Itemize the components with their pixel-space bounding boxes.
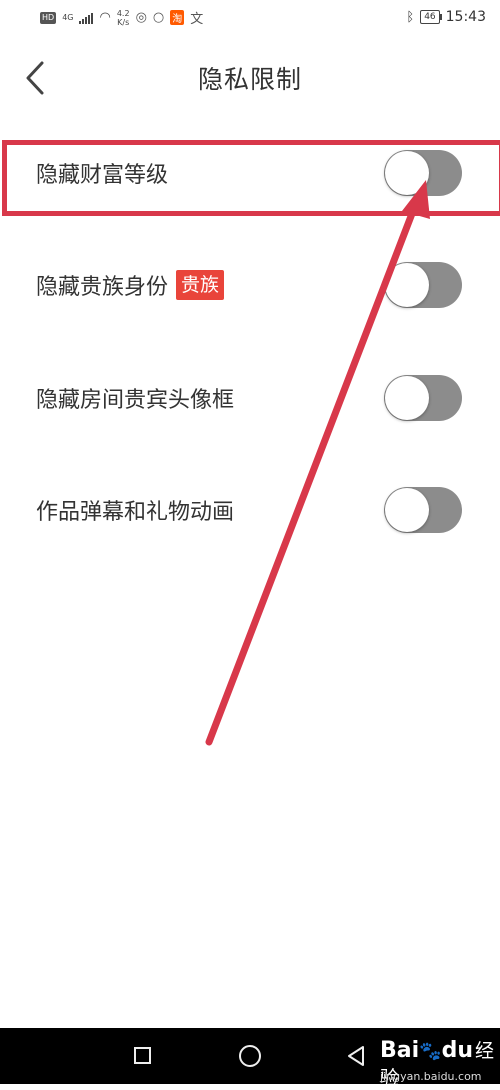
page-title: 隐私限制	[197, 65, 302, 94]
annotation-highlight-box	[2, 140, 500, 216]
status-left: HD 4G ◠ 4.2 K/s ◎ ○ 淘 文	[40, 8, 203, 27]
status-right: ᛒ 46 15:43	[406, 9, 486, 25]
setting-row-danmaku-gift[interactable]: 作品弹幕和礼物动画	[0, 470, 500, 550]
hd-badge: HD	[40, 11, 57, 24]
watermark-url: jingyan.baidu.com	[380, 1070, 482, 1083]
circle-icon: ○	[152, 10, 165, 25]
app-icon: 文	[190, 12, 204, 27]
status-bar: HD 4G ◠ 4.2 K/s ◎ ○ 淘 文 ᛒ 46 15:43	[0, 0, 500, 40]
setting-label-text: 作品弹幕和礼物动画	[36, 500, 235, 525]
setting-row-noble-identity[interactable]: 隐藏贵族身份 贵族	[0, 245, 500, 325]
setting-label: 隐藏房间贵宾头像框	[36, 382, 234, 414]
network-speed: 4.2 K/s	[117, 9, 130, 27]
battery-icon: 46	[420, 10, 443, 24]
toggle-knob	[385, 263, 429, 307]
home-icon[interactable]	[239, 1045, 261, 1067]
network-type: 4G	[62, 13, 74, 22]
setting-label-text: 隐藏贵族身份	[36, 275, 169, 300]
setting-label: 作品弹幕和礼物动画	[36, 494, 234, 526]
clock: 15:43	[445, 9, 486, 25]
header: 隐私限制	[0, 40, 500, 115]
baidu-jingyan-watermark: Bai🐾du 经验 jingyan.baidu.com	[380, 1036, 500, 1090]
toggle-knob	[385, 376, 429, 420]
wifi-icon: ◠	[99, 10, 111, 25]
signal-icon	[79, 12, 94, 24]
paw-icon: 🐾	[419, 1041, 442, 1062]
noble-tag: 贵族	[176, 270, 225, 300]
toggle-knob	[385, 488, 429, 532]
back-icon[interactable]	[346, 1045, 366, 1067]
bluetooth-icon: ᛒ	[406, 9, 415, 25]
speed-value: 4.2	[116, 8, 130, 18]
noble-identity-toggle[interactable]	[384, 262, 462, 308]
danmaku-gift-toggle[interactable]	[384, 487, 462, 533]
taobao-icon: 淘	[170, 10, 185, 25]
setting-row-vip-frame[interactable]: 隐藏房间贵宾头像框	[0, 358, 500, 438]
speed-unit: K/s	[117, 17, 130, 27]
vip-frame-toggle[interactable]	[384, 375, 462, 421]
navigation-bar: Bai🐾du 经验 jingyan.baidu.com	[0, 1028, 500, 1089]
setting-label-text: 隐藏房间贵宾头像框	[36, 388, 235, 413]
setting-label: 隐藏贵族身份 贵族	[36, 269, 225, 301]
notification-icon: ◎	[135, 10, 147, 25]
watermark-logo: Bai	[380, 1038, 420, 1063]
recent-apps-icon[interactable]	[134, 1047, 151, 1064]
watermark-logo-suffix: du	[441, 1038, 473, 1063]
